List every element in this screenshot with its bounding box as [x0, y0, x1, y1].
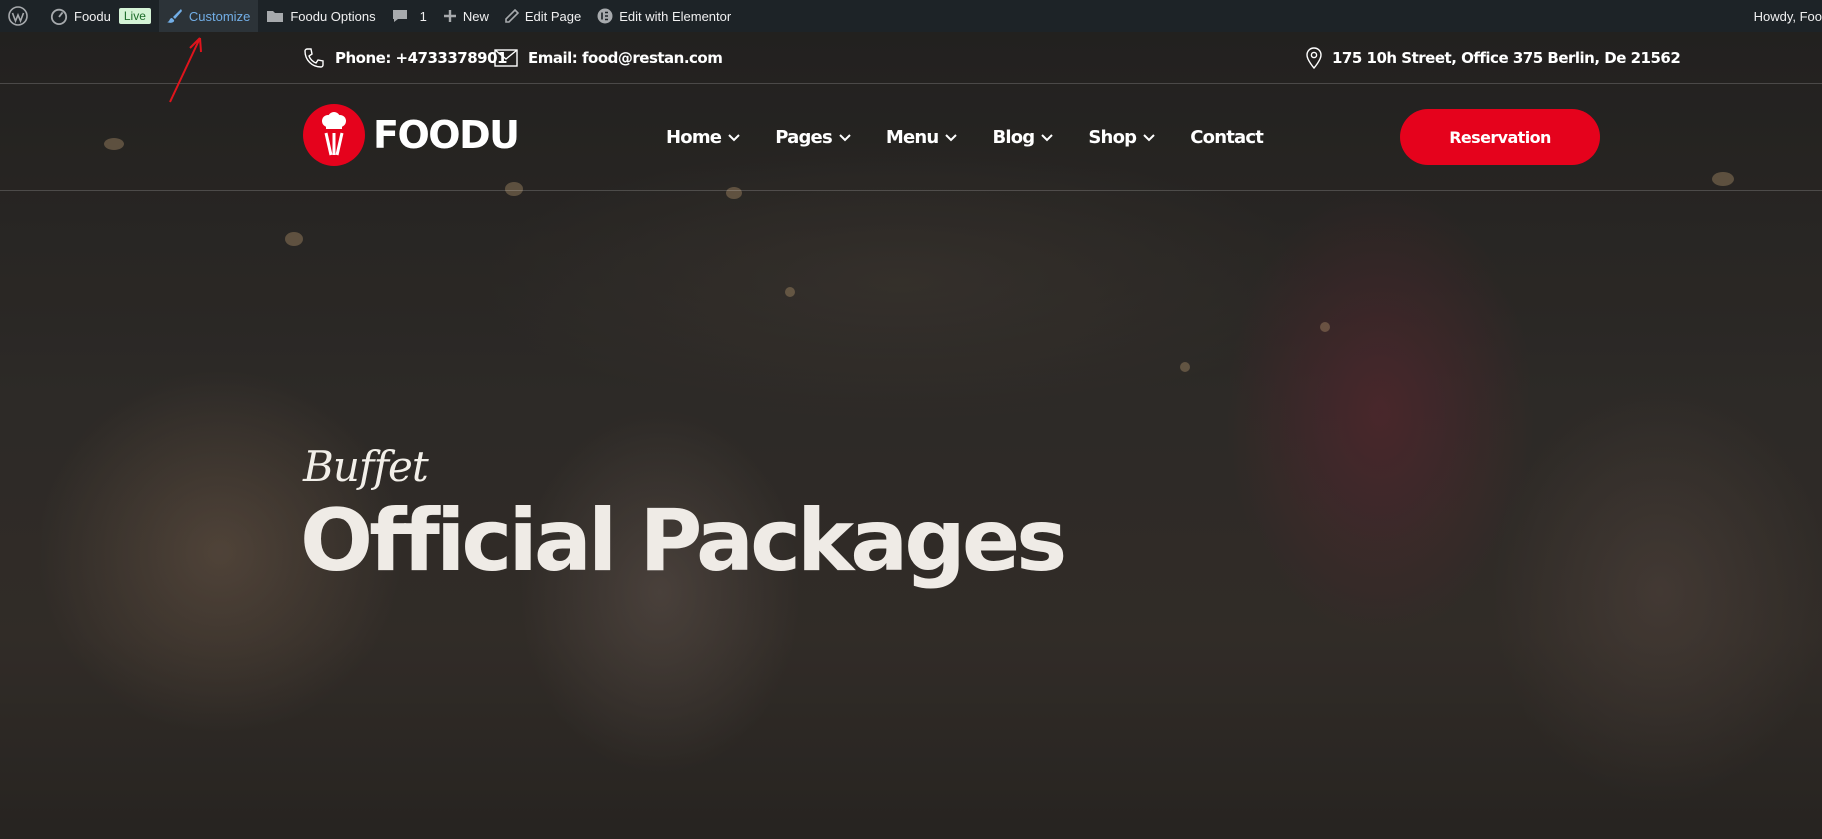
- phone-icon: [304, 48, 324, 68]
- plus-icon: [443, 10, 456, 22]
- paintbrush-icon: [166, 9, 182, 23]
- wordpress-icon: [8, 6, 28, 26]
- new-label: New: [462, 8, 489, 24]
- site-name-link[interactable]: Foodu Live: [42, 0, 159, 32]
- nav-label: Pages: [775, 127, 832, 148]
- nav-item-menu[interactable]: Menu: [886, 127, 959, 148]
- nav-item-shop[interactable]: Shop: [1088, 127, 1156, 148]
- chevron-down-icon: [1041, 133, 1054, 141]
- address-info: 175 10h Street, Office 375 Berlin, De 21…: [1306, 32, 1681, 84]
- howdy-label: Howdy, Foo: [1753, 8, 1822, 24]
- comments-count: 1: [419, 8, 427, 24]
- edit-page-label: Edit Page: [524, 8, 582, 24]
- elementor-icon: [597, 8, 613, 24]
- admin-bar: Foodu Live Customize Foodu Options 1 New…: [0, 0, 1822, 32]
- pencil-icon: [505, 9, 519, 23]
- hero-subtitle: Buffet: [303, 442, 429, 491]
- nav-item-home[interactable]: Home: [666, 127, 741, 148]
- envelope-icon: [494, 49, 518, 67]
- nav-label: Menu: [885, 127, 939, 148]
- nav-label: Contact: [1190, 127, 1264, 148]
- comment-icon: [392, 10, 407, 22]
- theme-options-link[interactable]: Foodu Options: [258, 0, 383, 32]
- wordpress-logo-button[interactable]: [0, 0, 42, 32]
- elementor-link[interactable]: Edit with Elementor: [589, 0, 739, 32]
- account-menu[interactable]: Howdy, Foo: [1746, 0, 1822, 32]
- dashboard-icon: [50, 8, 68, 25]
- address-text: 175 10h Street, Office 375 Berlin, De 21…: [1332, 49, 1681, 67]
- chevron-down-icon: [728, 133, 740, 141]
- phone-info[interactable]: Phone: +4733378901: [303, 32, 508, 84]
- nav-label: Home: [666, 127, 722, 148]
- primary-nav: Home Pages Menu Blog Shop Contact: [666, 84, 1297, 191]
- hero-section: Phone: +4733378901 Email: food@restan.co…: [0, 32, 1822, 839]
- customize-link[interactable]: Customize: [158, 0, 259, 32]
- nav-label: Blog: [992, 127, 1035, 148]
- map-pin-icon: [1306, 47, 1322, 69]
- email-info[interactable]: Email: food@restan.com: [494, 32, 723, 84]
- folder-icon: [267, 11, 284, 22]
- main-header: FOODU Home Pages Menu Blog Shop Contact …: [0, 84, 1822, 191]
- chevron-down-icon: [1143, 133, 1155, 141]
- elementor-label: Edit with Elementor: [619, 8, 732, 24]
- theme-options-label: Foodu Options: [290, 8, 376, 24]
- nav-label: Shop: [1088, 127, 1137, 148]
- logo-text: FOODU: [373, 113, 520, 157]
- nav-item-pages[interactable]: Pages: [775, 127, 852, 148]
- chevron-down-icon: [945, 133, 958, 141]
- edit-page-link[interactable]: Edit Page: [497, 0, 589, 32]
- comments-link[interactable]: 1: [384, 0, 435, 32]
- customize-label: Customize: [188, 8, 251, 24]
- phone-text: Phone: +4733378901: [335, 49, 508, 67]
- email-text: Email: food@restan.com: [528, 49, 723, 67]
- site-logo[interactable]: FOODU: [303, 104, 520, 166]
- reservation-button[interactable]: Reservation: [1400, 109, 1600, 165]
- nav-item-blog[interactable]: Blog: [992, 127, 1054, 148]
- top-info-bar: Phone: +4733378901 Email: food@restan.co…: [0, 32, 1822, 84]
- chef-hat-icon: [303, 104, 365, 166]
- annotation-arrow: [169, 37, 202, 103]
- hero-title: Official Packages: [300, 491, 1067, 591]
- chevron-down-icon: [839, 133, 851, 141]
- nav-item-contact[interactable]: Contact: [1190, 127, 1264, 148]
- new-content-link[interactable]: New: [435, 0, 497, 32]
- live-badge: Live: [118, 8, 151, 24]
- site-name-label: Foodu: [74, 8, 111, 24]
